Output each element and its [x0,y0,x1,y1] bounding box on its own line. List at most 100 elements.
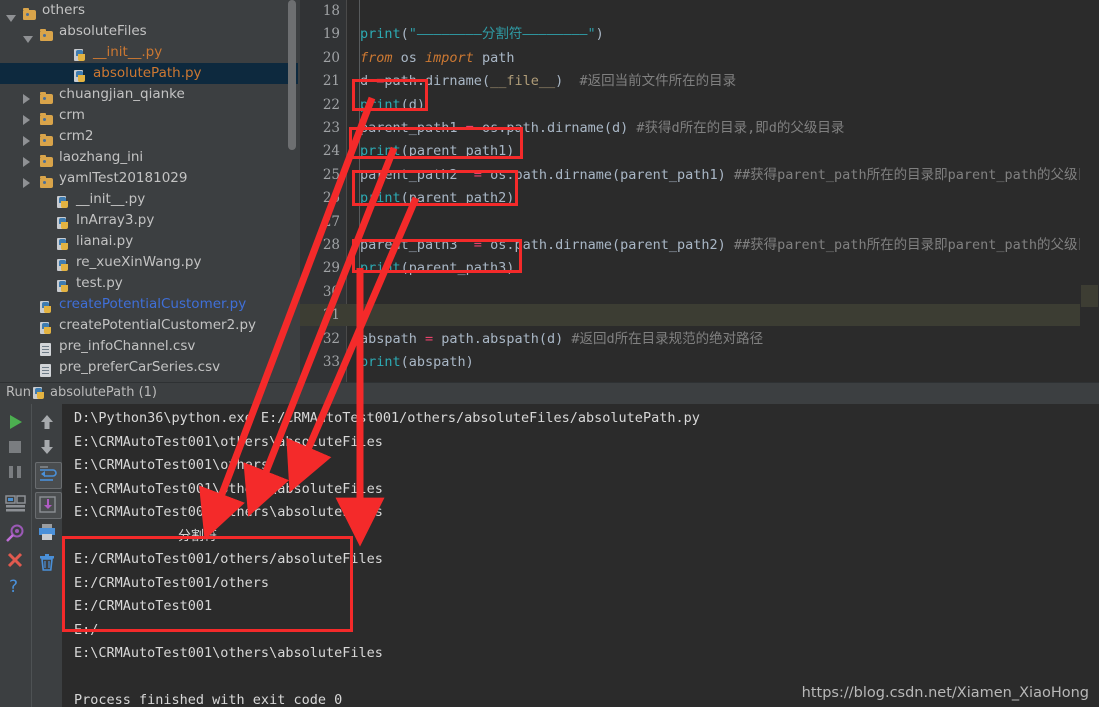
tree-item-label: __init__.py [93,44,163,60]
code-token: os.path.dirname(parent_path1) [481,166,734,183]
code-highlight-box-1 [352,79,428,111]
console-highlight-box [62,536,353,632]
code-token: = [425,330,434,347]
tree-item-laozhang-ini[interactable]: laozhang_ini [0,147,298,168]
editor-gutter: 18 19 20 21 22 23 24 25 26 27 28 29 30 31 32 33 [300,0,346,382]
layout-icon[interactable] [5,494,26,514]
line-number: 27 [322,213,340,230]
tree-item-label: laozhang_ini [59,149,144,165]
code-highlight-box-4 [352,239,522,273]
code-token: ) [555,73,580,90]
run-tool-window-header: Run absolutePath (1) [0,382,1099,405]
tree-item-label: createPotentialCustomer.py [59,296,247,312]
tree-item-inarray3-py[interactable]: InArray3.py [0,210,298,231]
tree-item-absolutefiles[interactable]: absoluteFiles [0,21,298,43]
code-token: (abspath) [400,354,474,370]
console-line: D:\Python36\python.exe E:/CRMAutoTest001… [74,410,700,426]
tree-item-others[interactable]: others [0,0,298,22]
code-token: os [392,49,426,66]
tree-item-test-py[interactable]: test.py [0,273,298,294]
line-number: 25 [322,166,340,183]
tree-item-pre-prefercarseries-csv[interactable]: pre_preferCarSeries.csv [0,357,298,378]
editor-scrollbar[interactable] [1080,0,1099,382]
line-number: 26 [322,190,340,207]
run-toolbar-right[interactable] [31,404,62,707]
project-tree-scrollbar[interactable] [288,0,296,150]
scroll-end-icon[interactable] [35,492,62,519]
code-token: abspath [360,330,426,347]
console-line: E:\CRMAutoTest001\others [74,457,270,473]
code-token: path.abspath(d) [433,330,572,347]
code-highlight-box-3 [352,170,518,206]
line-number: 30 [322,283,340,300]
csv-file-icon [40,360,51,381]
python-run-icon [33,387,45,400]
tree-item-label: crm [59,107,85,123]
tree-item--init-py[interactable]: __init__.py [0,42,298,63]
code-token: ) [595,26,604,43]
stop-button[interactable] [5,437,25,457]
tree-item-label: others [42,2,85,18]
code-line[interactable]: abspath = path.abspath(d) #返回d所在目录规范的绝对路… [360,331,763,348]
line-number: 19 [322,26,340,43]
line-number: 23 [322,120,340,136]
line-number: 22 [322,96,340,113]
line-number: 33 [322,354,340,370]
svg-text:?: ? [9,577,18,596]
wrap-icon[interactable] [35,462,62,489]
tree-item-label: pre_preferCarSeries.csv [59,359,221,375]
arrow-down-icon[interactable] [37,437,57,457]
tree-item-re-xuexinwang-py[interactable]: re_xueXinWang.py [0,252,298,273]
console-line: Process finished with exit code 0 [74,692,343,707]
tree-item-crm2[interactable]: crm2 [0,126,298,147]
tree-item-label: absoluteFiles [59,23,147,39]
line-number: 31 [322,307,340,324]
console-line: E:\CRMAutoTest001\others\absoluteFiles [74,645,383,661]
code-token: from [360,49,393,66]
code-token: ( [400,26,409,43]
code-line[interactable]: from os import path [360,50,514,67]
editor-scroll-marker [1081,285,1098,307]
code-line[interactable]: print(abspath) [360,354,474,371]
tree-item--init-py[interactable]: __init__.py [0,189,298,210]
code-token: print [360,26,401,43]
tree-item-crm[interactable]: crm [0,105,298,126]
arrow-up-icon[interactable] [37,412,57,432]
console-line: E:\CRMAutoTest001\others\absoluteFiles [74,504,383,520]
tree-item-pre-infochannel-csv[interactable]: pre_infoChannel.csv [0,336,298,357]
code-token: ##获得parent_path所在的目录即parent_path的父级目录 [733,166,1080,183]
tree-item-label: lianai.py [76,233,134,249]
tree-item-label: absolutePath.py [93,65,202,81]
trash-icon[interactable] [37,552,57,572]
tree-item-lianai-py[interactable]: lianai.py [0,231,298,252]
code-token: print [360,354,401,370]
printer-icon[interactable] [37,522,57,542]
line-number: 32 [322,330,340,347]
tree-item-label: InArray3.py [76,212,155,228]
question-icon[interactable]: ? [5,576,25,597]
tree-item-label: __init__.py [76,191,146,207]
line-number: 20 [322,49,340,66]
console-line: E:\CRMAutoTest001\others\absoluteFiles [74,433,383,450]
tree-item-createpotentialcustomer2-py[interactable]: createPotentialCustomer2.py [0,315,298,336]
run-configuration-name[interactable]: absolutePath (1) [50,385,157,400]
code-line[interactable]: print("————————分割符————————") [360,26,604,43]
watermark-text: https://blog.csdn.net/Xiamen_XiaoHong [801,685,1089,701]
filter-icon[interactable] [5,524,25,544]
tree-item-label: pre_infoChannel.csv [59,338,196,354]
close-x-icon[interactable] [5,550,25,570]
tree-item-label: createPotentialCustomer2.py [59,317,257,333]
tree-item-absolutepath-py[interactable]: absolutePath.py [0,63,298,84]
code-token: path [473,49,515,66]
tree-item-yamltest20181029[interactable]: yamlTest20181029 [0,168,298,189]
rerun-button[interactable] [5,412,25,432]
code-token: import [425,49,474,66]
code-token: #返回当前文件所在的目录 [579,73,737,90]
project-tree-panel[interactable]: others absoluteFiles __init__.py absolutePa… [0,0,298,382]
code-token: ##获得parent_path所在的目录即parent_path的父级目录 [733,237,1080,253]
pause-button[interactable] [5,462,25,482]
ide-window: others absoluteFiles __init__.py absolutePa… [0,0,1099,707]
run-toolbar-left[interactable]: ? [0,404,30,707]
tree-item-createpotentialcustomer-py[interactable]: createPotentialCustomer.py [0,294,298,315]
tree-item-chuangjian-qianke[interactable]: chuangjian_qianke [0,84,298,105]
